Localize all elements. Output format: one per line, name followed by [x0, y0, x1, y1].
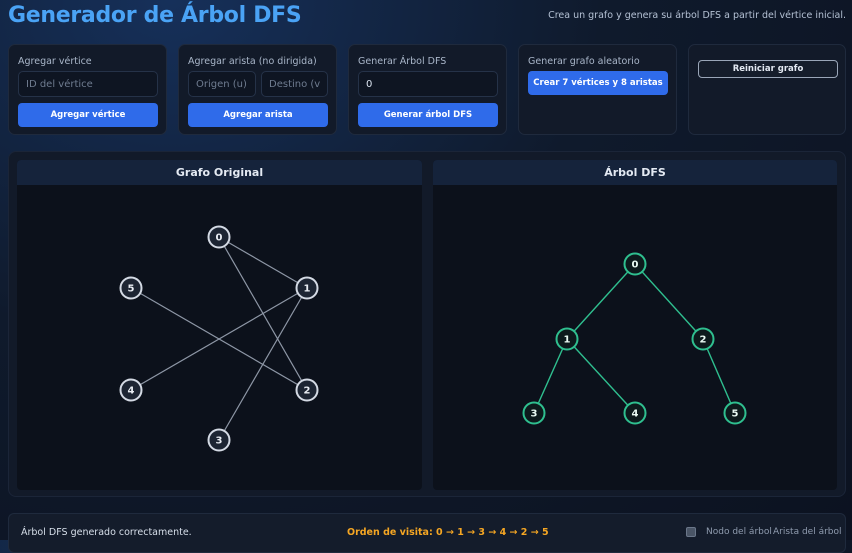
- tree-node-2[interactable]: 2: [691, 327, 715, 351]
- dfs-tree-panel: Árbol DFS 0 1 2 3 4 5: [433, 160, 837, 490]
- tree-edge-0-2: [634, 263, 704, 340]
- tree-node-5[interactable]: 5: [723, 401, 747, 425]
- add-edge-button[interactable]: Agregar arista: [188, 103, 328, 127]
- tree-edge-1-3: [533, 338, 568, 414]
- tree-edge-0-1: [566, 263, 636, 340]
- tree-node-4[interactable]: 4: [623, 401, 647, 425]
- dfs-tree-canvas: 0 1 2 3 4 5: [522, 252, 747, 425]
- original-node-1[interactable]: 1: [295, 276, 319, 300]
- add-edge-label: Agregar arista (no dirigida): [188, 56, 317, 67]
- tree-edge-2-5: [702, 338, 736, 414]
- legend-node-swatch: [686, 527, 696, 537]
- original-node-0[interactable]: 0: [207, 225, 231, 249]
- page-title: Generador de Árbol DFS: [8, 3, 302, 28]
- tree-node-label: 4: [632, 409, 639, 420]
- original-graph-title: Grafo Original: [17, 160, 422, 185]
- original-edge-0-1: [218, 236, 308, 289]
- generate-dfs-card: Generar Árbol DFS Generar árbol DFS: [348, 44, 507, 135]
- status-bar: Árbol DFS generado correctamente. Orden …: [8, 513, 846, 553]
- visit-order: Orden de visita: 0 → 1 → 3 → 4 → 2 → 5: [347, 527, 549, 538]
- legend-node-label: Nodo del árbol: [706, 527, 772, 537]
- generate-dfs-button[interactable]: Generar árbol DFS: [358, 103, 498, 127]
- original-node-2[interactable]: 2: [295, 378, 319, 402]
- edge-origin-input[interactable]: [188, 71, 256, 97]
- tree-node-label: 5: [732, 409, 739, 420]
- original-graph-panel: Grafo Original 0 1 2 3 4 5: [17, 160, 422, 490]
- tree-node-label: 2: [700, 335, 707, 346]
- add-vertex-button[interactable]: Agregar vértice: [18, 103, 158, 127]
- tree-node-3[interactable]: 3: [522, 401, 546, 425]
- random-graph-card: Generar grafo aleatorio Crear 7 vértices…: [518, 44, 677, 135]
- random-graph-button[interactable]: Crear 7 vértices y 8 aristas: [528, 71, 668, 95]
- legend-edge-label: Arista del árbol: [773, 527, 842, 537]
- original-graph-canvas: 0 1 2 3 4 5: [119, 225, 319, 452]
- reset-card: Reiniciar grafo: [688, 44, 846, 135]
- reset-graph-button[interactable]: Reiniciar grafo: [698, 60, 838, 78]
- original-node-label: 5: [128, 284, 135, 295]
- original-node-3[interactable]: 3: [207, 428, 231, 452]
- tree-node-label: 1: [564, 335, 571, 346]
- page-subtitle: Crea un grafo y genera su árbol DFS a pa…: [548, 10, 846, 21]
- original-node-label: 1: [304, 284, 311, 295]
- original-node-label: 4: [128, 386, 135, 397]
- dfs-tree-title: Árbol DFS: [433, 160, 837, 185]
- original-node-5[interactable]: 5: [119, 276, 143, 300]
- tree-node-label: 0: [632, 260, 639, 271]
- tree-edge-1-4: [566, 338, 636, 414]
- vertex-id-input[interactable]: [18, 71, 158, 97]
- original-node-label: 2: [304, 386, 311, 397]
- original-node-4[interactable]: 4: [119, 378, 143, 402]
- add-edge-card: Agregar arista (no dirigida) Agregar ari…: [178, 44, 337, 135]
- original-node-label: 3: [216, 436, 223, 447]
- tree-node-1[interactable]: 1: [555, 327, 579, 351]
- original-node-label: 0: [216, 233, 223, 244]
- random-graph-label: Generar grafo aleatorio: [528, 56, 640, 67]
- status-message: Árbol DFS generado correctamente.: [21, 527, 192, 538]
- start-vertex-input[interactable]: [358, 71, 498, 97]
- generate-dfs-label: Generar Árbol DFS: [358, 56, 447, 67]
- add-vertex-card: Agregar vértice Agregar vértice: [8, 44, 167, 135]
- tree-node-0[interactable]: 0: [623, 252, 647, 276]
- tree-node-label: 3: [531, 409, 538, 420]
- add-vertex-label: Agregar vértice: [18, 56, 92, 67]
- edge-destination-input[interactable]: [261, 71, 328, 97]
